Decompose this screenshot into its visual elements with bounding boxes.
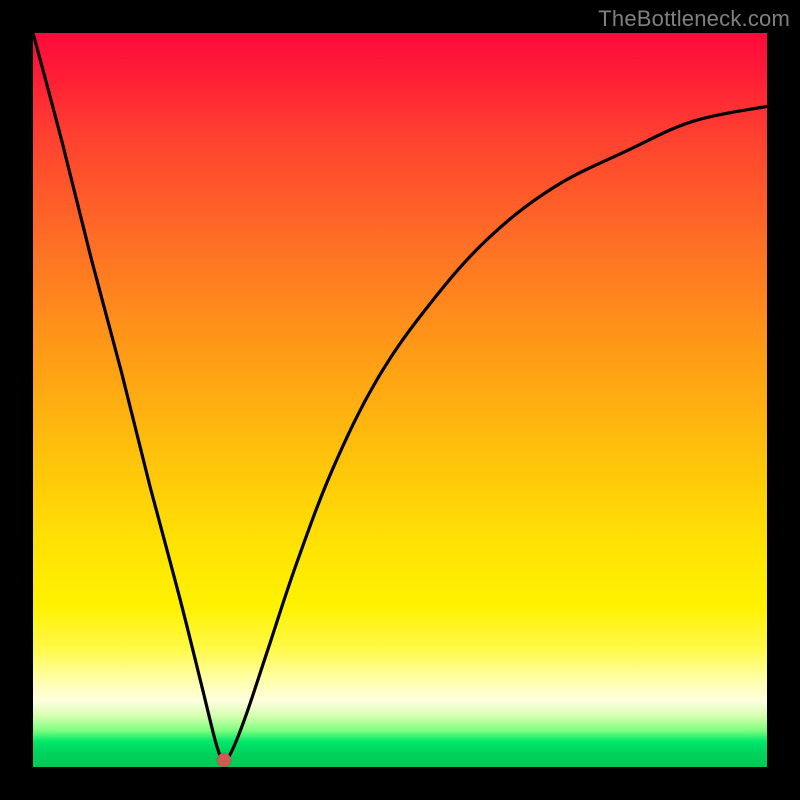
- plot-area: [33, 33, 767, 767]
- watermark-text: TheBottleneck.com: [598, 6, 790, 32]
- optimum-marker: [217, 753, 231, 767]
- chart-frame: TheBottleneck.com: [0, 0, 800, 800]
- bottleneck-curve: [33, 33, 767, 767]
